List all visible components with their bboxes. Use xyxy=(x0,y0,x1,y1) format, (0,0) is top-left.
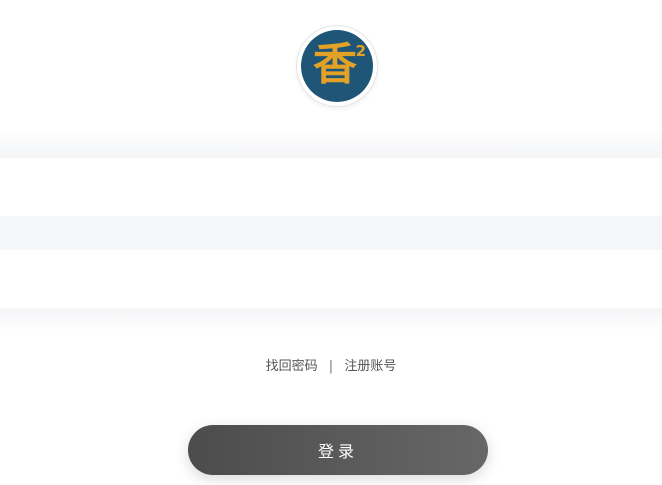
links-separator: | xyxy=(328,359,334,374)
form-bottom-shadow xyxy=(0,308,662,332)
register-link[interactable]: 注册账号 xyxy=(344,359,396,374)
logo-badge: 香 2 xyxy=(301,30,373,102)
account-field[interactable] xyxy=(0,158,662,216)
logo-glyph: 香 xyxy=(313,39,357,90)
password-field[interactable] xyxy=(0,250,662,308)
recover-password-link[interactable]: 找回密码 xyxy=(266,359,318,374)
password-input[interactable] xyxy=(0,250,662,308)
app-logo: 香 2 xyxy=(297,26,377,106)
form-top-shadow xyxy=(0,128,662,158)
account-input[interactable] xyxy=(0,158,662,216)
field-divider xyxy=(0,216,662,250)
auth-links: 找回密码 | 注册账号 xyxy=(0,357,662,377)
login-page: 香 2 找回密码 | 注册账号 登录 xyxy=(0,0,662,485)
login-button[interactable]: 登录 xyxy=(188,425,488,475)
logo-superscript: 2 xyxy=(355,42,366,60)
logo-dot xyxy=(365,74,371,80)
